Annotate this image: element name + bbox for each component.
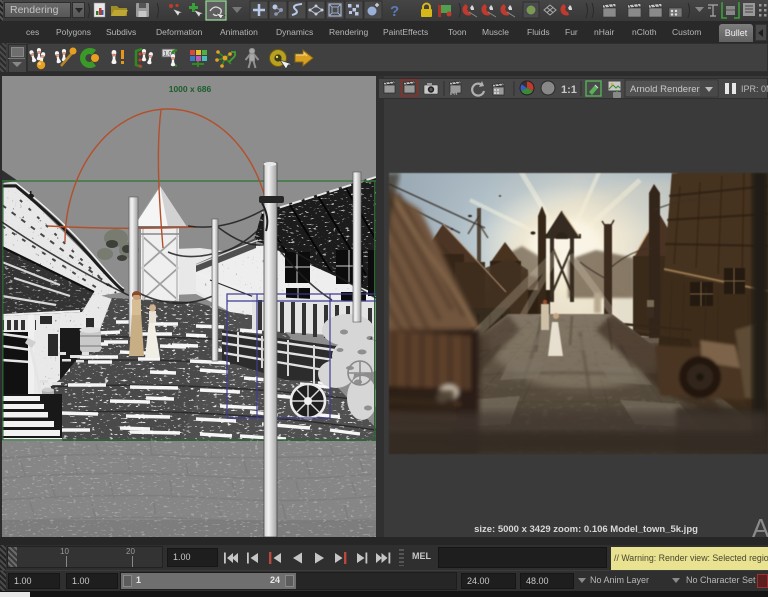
svg-text:1000 x 686: 1000 x 686	[169, 84, 212, 94]
svg-text:IPR: 0M: IPR: 0M	[741, 84, 768, 94]
svg-text:Arnold Renderer: Arnold Renderer	[630, 84, 700, 95]
svg-text:1:1: 1:1	[561, 84, 577, 96]
svg-text:?: ?	[390, 3, 399, 20]
svg-text:IPR: IPR	[450, 91, 458, 96]
